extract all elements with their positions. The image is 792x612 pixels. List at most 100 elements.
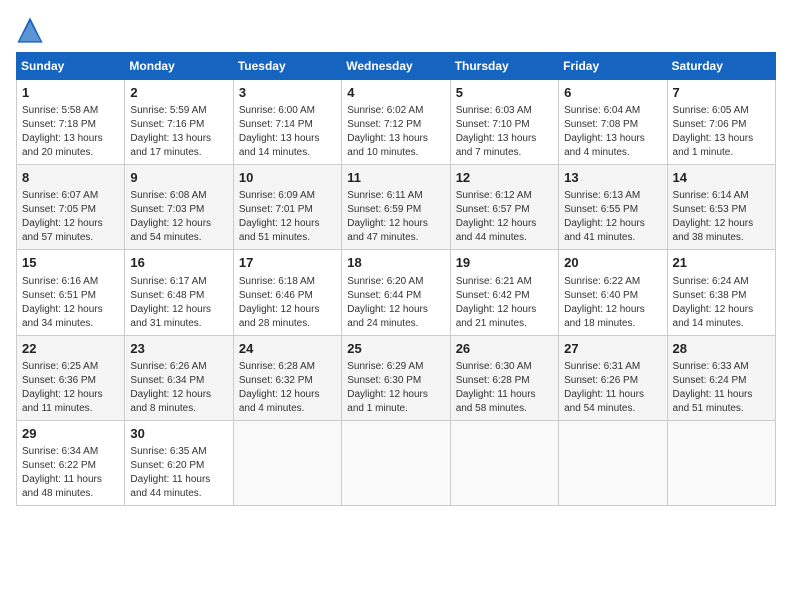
day-info: Sunrise: 6:08 AMSunset: 7:03 PMDaylight:… [130, 189, 227, 245]
calendar-cell: 6 Sunrise: 6:04 AMSunset: 7:08 PMDaylight… [559, 80, 667, 165]
day-info: Sunrise: 6:30 AMSunset: 6:28 PMDaylight:… [456, 360, 553, 416]
calendar-cell [233, 420, 341, 505]
column-header-tuesday: Tuesday [233, 53, 341, 80]
calendar-cell: 17 Sunrise: 6:18 AMSunset: 6:46 PMDayligh… [233, 250, 341, 335]
calendar-cell: 26 Sunrise: 6:30 AMSunset: 6:28 PMDayligh… [450, 335, 558, 420]
calendar-cell [667, 420, 775, 505]
day-number: 28 [673, 340, 770, 358]
day-number: 25 [347, 340, 444, 358]
day-number: 13 [564, 169, 661, 187]
day-number: 2 [130, 84, 227, 102]
day-info: Sunrise: 6:20 AMSunset: 6:44 PMDaylight:… [347, 275, 444, 331]
column-header-friday: Friday [559, 53, 667, 80]
day-info: Sunrise: 5:59 AMSunset: 7:16 PMDaylight:… [130, 104, 227, 160]
day-number: 26 [456, 340, 553, 358]
day-info: Sunrise: 6:12 AMSunset: 6:57 PMDaylight:… [456, 189, 553, 245]
day-info: Sunrise: 6:09 AMSunset: 7:01 PMDaylight:… [239, 189, 336, 245]
calendar-cell: 2 Sunrise: 5:59 AMSunset: 7:16 PMDaylight… [125, 80, 233, 165]
calendar-cell: 30 Sunrise: 6:35 AMSunset: 6:20 PMDayligh… [125, 420, 233, 505]
day-number: 10 [239, 169, 336, 187]
calendar-cell: 13 Sunrise: 6:13 AMSunset: 6:55 PMDayligh… [559, 165, 667, 250]
calendar-week-5: 29 Sunrise: 6:34 AMSunset: 6:22 PMDayligh… [17, 420, 776, 505]
calendar-cell: 19Sunrise: 6:21 AMSunset: 6:42 PMDayligh… [450, 250, 558, 335]
day-number: 14 [673, 169, 770, 187]
calendar-cell: 21 Sunrise: 6:24 AMSunset: 6:38 PMDayligh… [667, 250, 775, 335]
page-header [16, 16, 776, 44]
calendar-cell: 25 Sunrise: 6:29 AMSunset: 6:30 PMDayligh… [342, 335, 450, 420]
calendar-week-1: 1Sunrise: 5:58 AMSunset: 7:18 PMDaylight… [17, 80, 776, 165]
calendar-header: SundayMondayTuesdayWednesdayThursdayFrid… [17, 53, 776, 80]
day-number: 20 [564, 254, 661, 272]
calendar-cell: 27 Sunrise: 6:31 AMSunset: 6:26 PMDayligh… [559, 335, 667, 420]
day-info: Sunrise: 5:58 AMSunset: 7:18 PMDaylight:… [22, 104, 119, 160]
calendar-cell: 9 Sunrise: 6:08 AMSunset: 7:03 PMDaylight… [125, 165, 233, 250]
day-number: 7 [673, 84, 770, 102]
day-info: Sunrise: 6:03 AMSunset: 7:10 PMDaylight:… [456, 104, 553, 160]
day-info: Sunrise: 6:17 AMSunset: 6:48 PMDaylight:… [130, 275, 227, 331]
calendar-cell: 12 Sunrise: 6:12 AMSunset: 6:57 PMDayligh… [450, 165, 558, 250]
calendar-cell: 10 Sunrise: 6:09 AMSunset: 7:01 PMDayligh… [233, 165, 341, 250]
day-info: Sunrise: 6:11 AMSunset: 6:59 PMDaylight:… [347, 189, 444, 245]
day-info: Sunrise: 6:02 AMSunset: 7:12 PMDaylight:… [347, 104, 444, 160]
calendar-cell: 23Sunrise: 6:26 AMSunset: 6:34 PMDayligh… [125, 335, 233, 420]
day-info: Sunrise: 6:34 AMSunset: 6:22 PMDaylight:… [22, 445, 119, 501]
day-number: 5 [456, 84, 553, 102]
day-number: 4 [347, 84, 444, 102]
day-number: 29 [22, 425, 119, 443]
calendar-table: SundayMondayTuesdayWednesdayThursdayFrid… [16, 52, 776, 506]
logo [16, 16, 48, 44]
calendar-cell: 5 Sunrise: 6:03 AMSunset: 7:10 PMDaylight… [450, 80, 558, 165]
day-info: Sunrise: 6:05 AMSunset: 7:06 PMDaylight:… [673, 104, 770, 160]
calendar-cell [342, 420, 450, 505]
day-info: Sunrise: 6:28 AMSunset: 6:32 PMDaylight:… [239, 360, 336, 416]
day-info: Sunrise: 6:18 AMSunset: 6:46 PMDaylight:… [239, 275, 336, 331]
day-number: 15 [22, 254, 119, 272]
day-number: 12 [456, 169, 553, 187]
day-info: Sunrise: 6:31 AMSunset: 6:26 PMDaylight:… [564, 360, 661, 416]
column-header-saturday: Saturday [667, 53, 775, 80]
day-info: Sunrise: 6:13 AMSunset: 6:55 PMDaylight:… [564, 189, 661, 245]
day-number: 30 [130, 425, 227, 443]
calendar-cell: 18Sunrise: 6:20 AMSunset: 6:44 PMDayligh… [342, 250, 450, 335]
calendar-cell: 15Sunrise: 6:16 AMSunset: 6:51 PMDayligh… [17, 250, 125, 335]
day-number: 8 [22, 169, 119, 187]
header-row: SundayMondayTuesdayWednesdayThursdayFrid… [17, 53, 776, 80]
day-number: 16 [130, 254, 227, 272]
calendar-cell: 1Sunrise: 5:58 AMSunset: 7:18 PMDaylight… [17, 80, 125, 165]
calendar-cell: 7 Sunrise: 6:05 AMSunset: 7:06 PMDaylight… [667, 80, 775, 165]
column-header-wednesday: Wednesday [342, 53, 450, 80]
calendar-cell: 22 Sunrise: 6:25 AMSunset: 6:36 PMDayligh… [17, 335, 125, 420]
calendar-cell [450, 420, 558, 505]
day-number: 3 [239, 84, 336, 102]
column-header-sunday: Sunday [17, 53, 125, 80]
day-info: Sunrise: 6:22 AMSunset: 6:40 PMDaylight:… [564, 275, 661, 331]
day-info: Sunrise: 6:00 AMSunset: 7:14 PMDaylight:… [239, 104, 336, 160]
day-info: Sunrise: 6:29 AMSunset: 6:30 PMDaylight:… [347, 360, 444, 416]
day-number: 6 [564, 84, 661, 102]
day-number: 27 [564, 340, 661, 358]
calendar-cell: 4 Sunrise: 6:02 AMSunset: 7:12 PMDaylight… [342, 80, 450, 165]
day-info: Sunrise: 6:21 AMSunset: 6:42 PMDaylight:… [456, 275, 553, 331]
calendar-body: 1Sunrise: 5:58 AMSunset: 7:18 PMDaylight… [17, 80, 776, 506]
logo-icon [16, 16, 44, 44]
day-number: 17 [239, 254, 336, 272]
day-info: Sunrise: 6:14 AMSunset: 6:53 PMDaylight:… [673, 189, 770, 245]
day-info: Sunrise: 6:25 AMSunset: 6:36 PMDaylight:… [22, 360, 119, 416]
day-info: Sunrise: 6:07 AMSunset: 7:05 PMDaylight:… [22, 189, 119, 245]
day-info: Sunrise: 6:04 AMSunset: 7:08 PMDaylight:… [564, 104, 661, 160]
day-info: Sunrise: 6:33 AMSunset: 6:24 PMDaylight:… [673, 360, 770, 416]
day-info: Sunrise: 6:26 AMSunset: 6:34 PMDaylight:… [130, 360, 227, 416]
calendar-cell: 3 Sunrise: 6:00 AMSunset: 7:14 PMDaylight… [233, 80, 341, 165]
calendar-week-3: 15Sunrise: 6:16 AMSunset: 6:51 PMDayligh… [17, 250, 776, 335]
column-header-monday: Monday [125, 53, 233, 80]
day-number: 21 [673, 254, 770, 272]
column-header-thursday: Thursday [450, 53, 558, 80]
day-number: 24 [239, 340, 336, 358]
calendar-cell: 20 Sunrise: 6:22 AMSunset: 6:40 PMDayligh… [559, 250, 667, 335]
day-number: 22 [22, 340, 119, 358]
calendar-cell: 14 Sunrise: 6:14 AMSunset: 6:53 PMDayligh… [667, 165, 775, 250]
day-info: Sunrise: 6:35 AMSunset: 6:20 PMDaylight:… [130, 445, 227, 501]
day-number: 9 [130, 169, 227, 187]
day-info: Sunrise: 6:24 AMSunset: 6:38 PMDaylight:… [673, 275, 770, 331]
calendar-cell: 24 Sunrise: 6:28 AMSunset: 6:32 PMDayligh… [233, 335, 341, 420]
